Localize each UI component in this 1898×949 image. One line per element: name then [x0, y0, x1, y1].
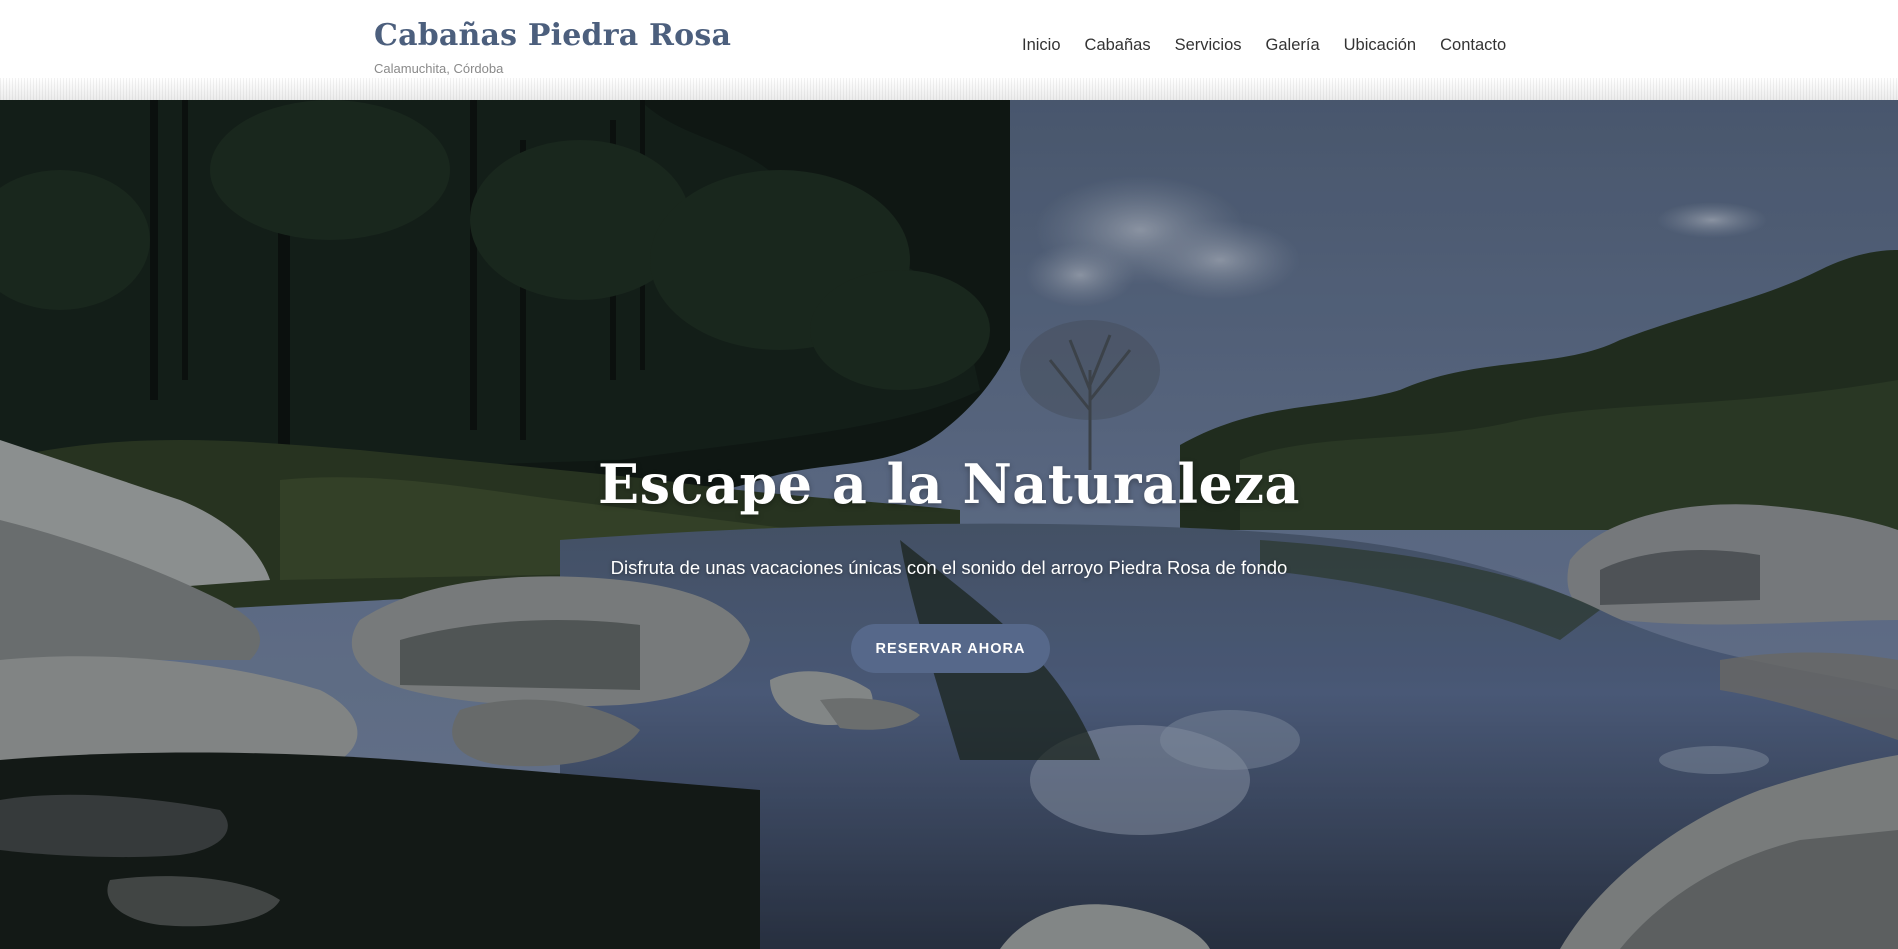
nav-link-contacto[interactable]: Contacto: [1440, 36, 1506, 55]
site-header: Cabañas Piedra Rosa Calamuchita, Córdoba…: [0, 0, 1898, 100]
site-tagline: Calamuchita, Córdoba: [374, 61, 504, 76]
hero-subtitle: Disfruta de unas vacaciones únicas con e…: [610, 557, 1288, 578]
hero-section: Escape a la Naturaleza Disfruta de unas …: [0, 100, 1898, 949]
nav-link-ubicacion[interactable]: Ubicación: [1344, 36, 1416, 55]
site-title[interactable]: Cabañas Piedra Rosa: [374, 18, 731, 53]
nav-link-servicios[interactable]: Servicios: [1175, 36, 1242, 55]
header-divider: [0, 78, 1898, 100]
nav-link-cabanas[interactable]: Cabañas: [1085, 36, 1151, 55]
nav-link-galeria[interactable]: Galería: [1266, 36, 1320, 55]
hero-overlay: [0, 100, 1898, 949]
brand[interactable]: Cabañas Piedra Rosa Calamuchita, Córdoba: [374, 18, 731, 76]
hero-title: Escape a la Naturaleza: [598, 452, 1300, 516]
nav-link-inicio[interactable]: Inicio: [1022, 36, 1061, 55]
main-nav: Inicio Cabañas Servicios Galería Ubicaci…: [1022, 36, 1506, 55]
reserve-now-button[interactable]: RESERVAR AHORA: [851, 624, 1050, 673]
